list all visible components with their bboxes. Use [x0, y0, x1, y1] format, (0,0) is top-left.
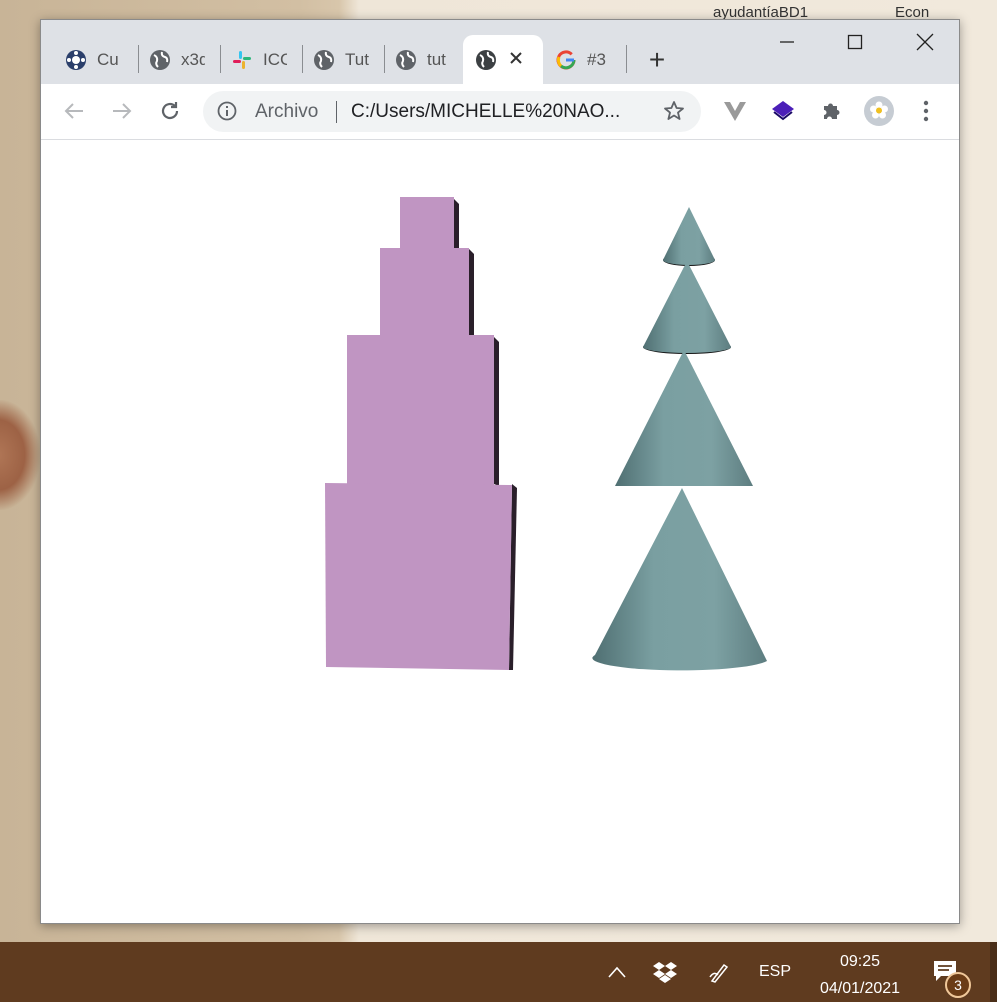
language-indicator[interactable]: ESP	[750, 942, 800, 1002]
arrow-right-icon	[113, 103, 132, 119]
wallpaper-hand	[0, 400, 40, 510]
page-content	[41, 140, 959, 923]
tab-tut-2[interactable]: tut	[385, 35, 463, 84]
arrow-left-icon	[64, 103, 83, 119]
unity-icon	[65, 49, 87, 71]
maximize-button[interactable]	[825, 24, 885, 60]
box-2	[380, 248, 469, 337]
tab-title: ICC	[263, 49, 287, 69]
box-tower	[325, 197, 517, 670]
google-icon	[555, 49, 577, 71]
clock-date: 04/01/2021	[819, 980, 901, 997]
info-icon[interactable]	[217, 101, 237, 121]
globe-icon	[313, 49, 335, 71]
url-text[interactable]: C:/Users/MICHELLE%20NAO...	[351, 101, 620, 123]
tab-title: Cu	[97, 49, 119, 69]
tab-close-button[interactable]	[509, 48, 523, 71]
tab-tut[interactable]: Tut	[303, 35, 385, 84]
globe-icon	[149, 49, 171, 71]
box-1	[400, 197, 454, 250]
tab-title: #3	[587, 49, 606, 69]
address-bar[interactable]: Archivo C:/Users/MICHELLE%20NAO...	[203, 91, 701, 132]
menu-kebab-icon[interactable]	[909, 94, 943, 128]
tab-cu[interactable]: Cu	[41, 35, 139, 84]
tab-strip: Cu x3d ICC Tut tut #3 +	[41, 20, 959, 84]
cone-4	[592, 488, 767, 671]
dropbox-icon[interactable]	[648, 942, 682, 1002]
box-4	[325, 483, 512, 670]
notification-count-badge: 3	[945, 972, 971, 998]
tab-icc[interactable]: ICC	[221, 35, 303, 84]
reload-icon	[161, 102, 179, 120]
address-divider	[336, 101, 337, 123]
screen-edge	[990, 942, 997, 1002]
browser-window: Cu x3d ICC Tut tut #3 + Archivo C:/Users…	[40, 19, 960, 924]
layers-extension-icon[interactable]	[766, 94, 800, 128]
cone-stack	[592, 207, 767, 671]
close-window-button[interactable]	[895, 24, 955, 60]
system-clock[interactable]: 09:25 04/01/2021	[800, 948, 920, 1002]
tab-x3d[interactable]: x3d	[139, 35, 221, 84]
slack-icon	[231, 49, 253, 71]
show-hidden-icons-chevron-up-icon[interactable]	[600, 942, 634, 1002]
x3d-scene[interactable]	[41, 140, 959, 923]
tab-title: Tut	[345, 49, 369, 69]
cone-3	[615, 350, 753, 486]
tab-active[interactable]	[463, 35, 543, 84]
extensions-puzzle-icon[interactable]	[814, 94, 848, 128]
pen-ink-icon[interactable]	[702, 942, 736, 1002]
globe-icon	[475, 49, 497, 71]
security-label[interactable]: Archivo	[255, 101, 318, 123]
bookmark-star-icon[interactable]	[663, 100, 685, 127]
cone-1	[663, 207, 715, 265]
taskbar: ESP 09:25 04/01/2021 3	[0, 942, 997, 1002]
globe-icon	[395, 49, 417, 71]
tab-google[interactable]: #3	[543, 35, 627, 84]
vimium-extension-icon[interactable]	[718, 94, 752, 128]
forward-button[interactable]	[105, 94, 139, 128]
back-button[interactable]	[57, 94, 91, 128]
tab-separator	[626, 45, 627, 73]
minimize-button[interactable]	[757, 24, 817, 60]
tab-title: x3d	[181, 49, 205, 69]
cone-2	[643, 261, 731, 353]
reload-button[interactable]	[153, 94, 187, 128]
tab-title: tut	[427, 49, 446, 69]
clock-time: 09:25	[839, 953, 881, 970]
profile-avatar[interactable]	[862, 94, 896, 128]
box-3	[347, 335, 494, 485]
browser-toolbar: Archivo C:/Users/MICHELLE%20NAO...	[41, 84, 959, 140]
new-tab-button[interactable]: +	[647, 44, 667, 76]
